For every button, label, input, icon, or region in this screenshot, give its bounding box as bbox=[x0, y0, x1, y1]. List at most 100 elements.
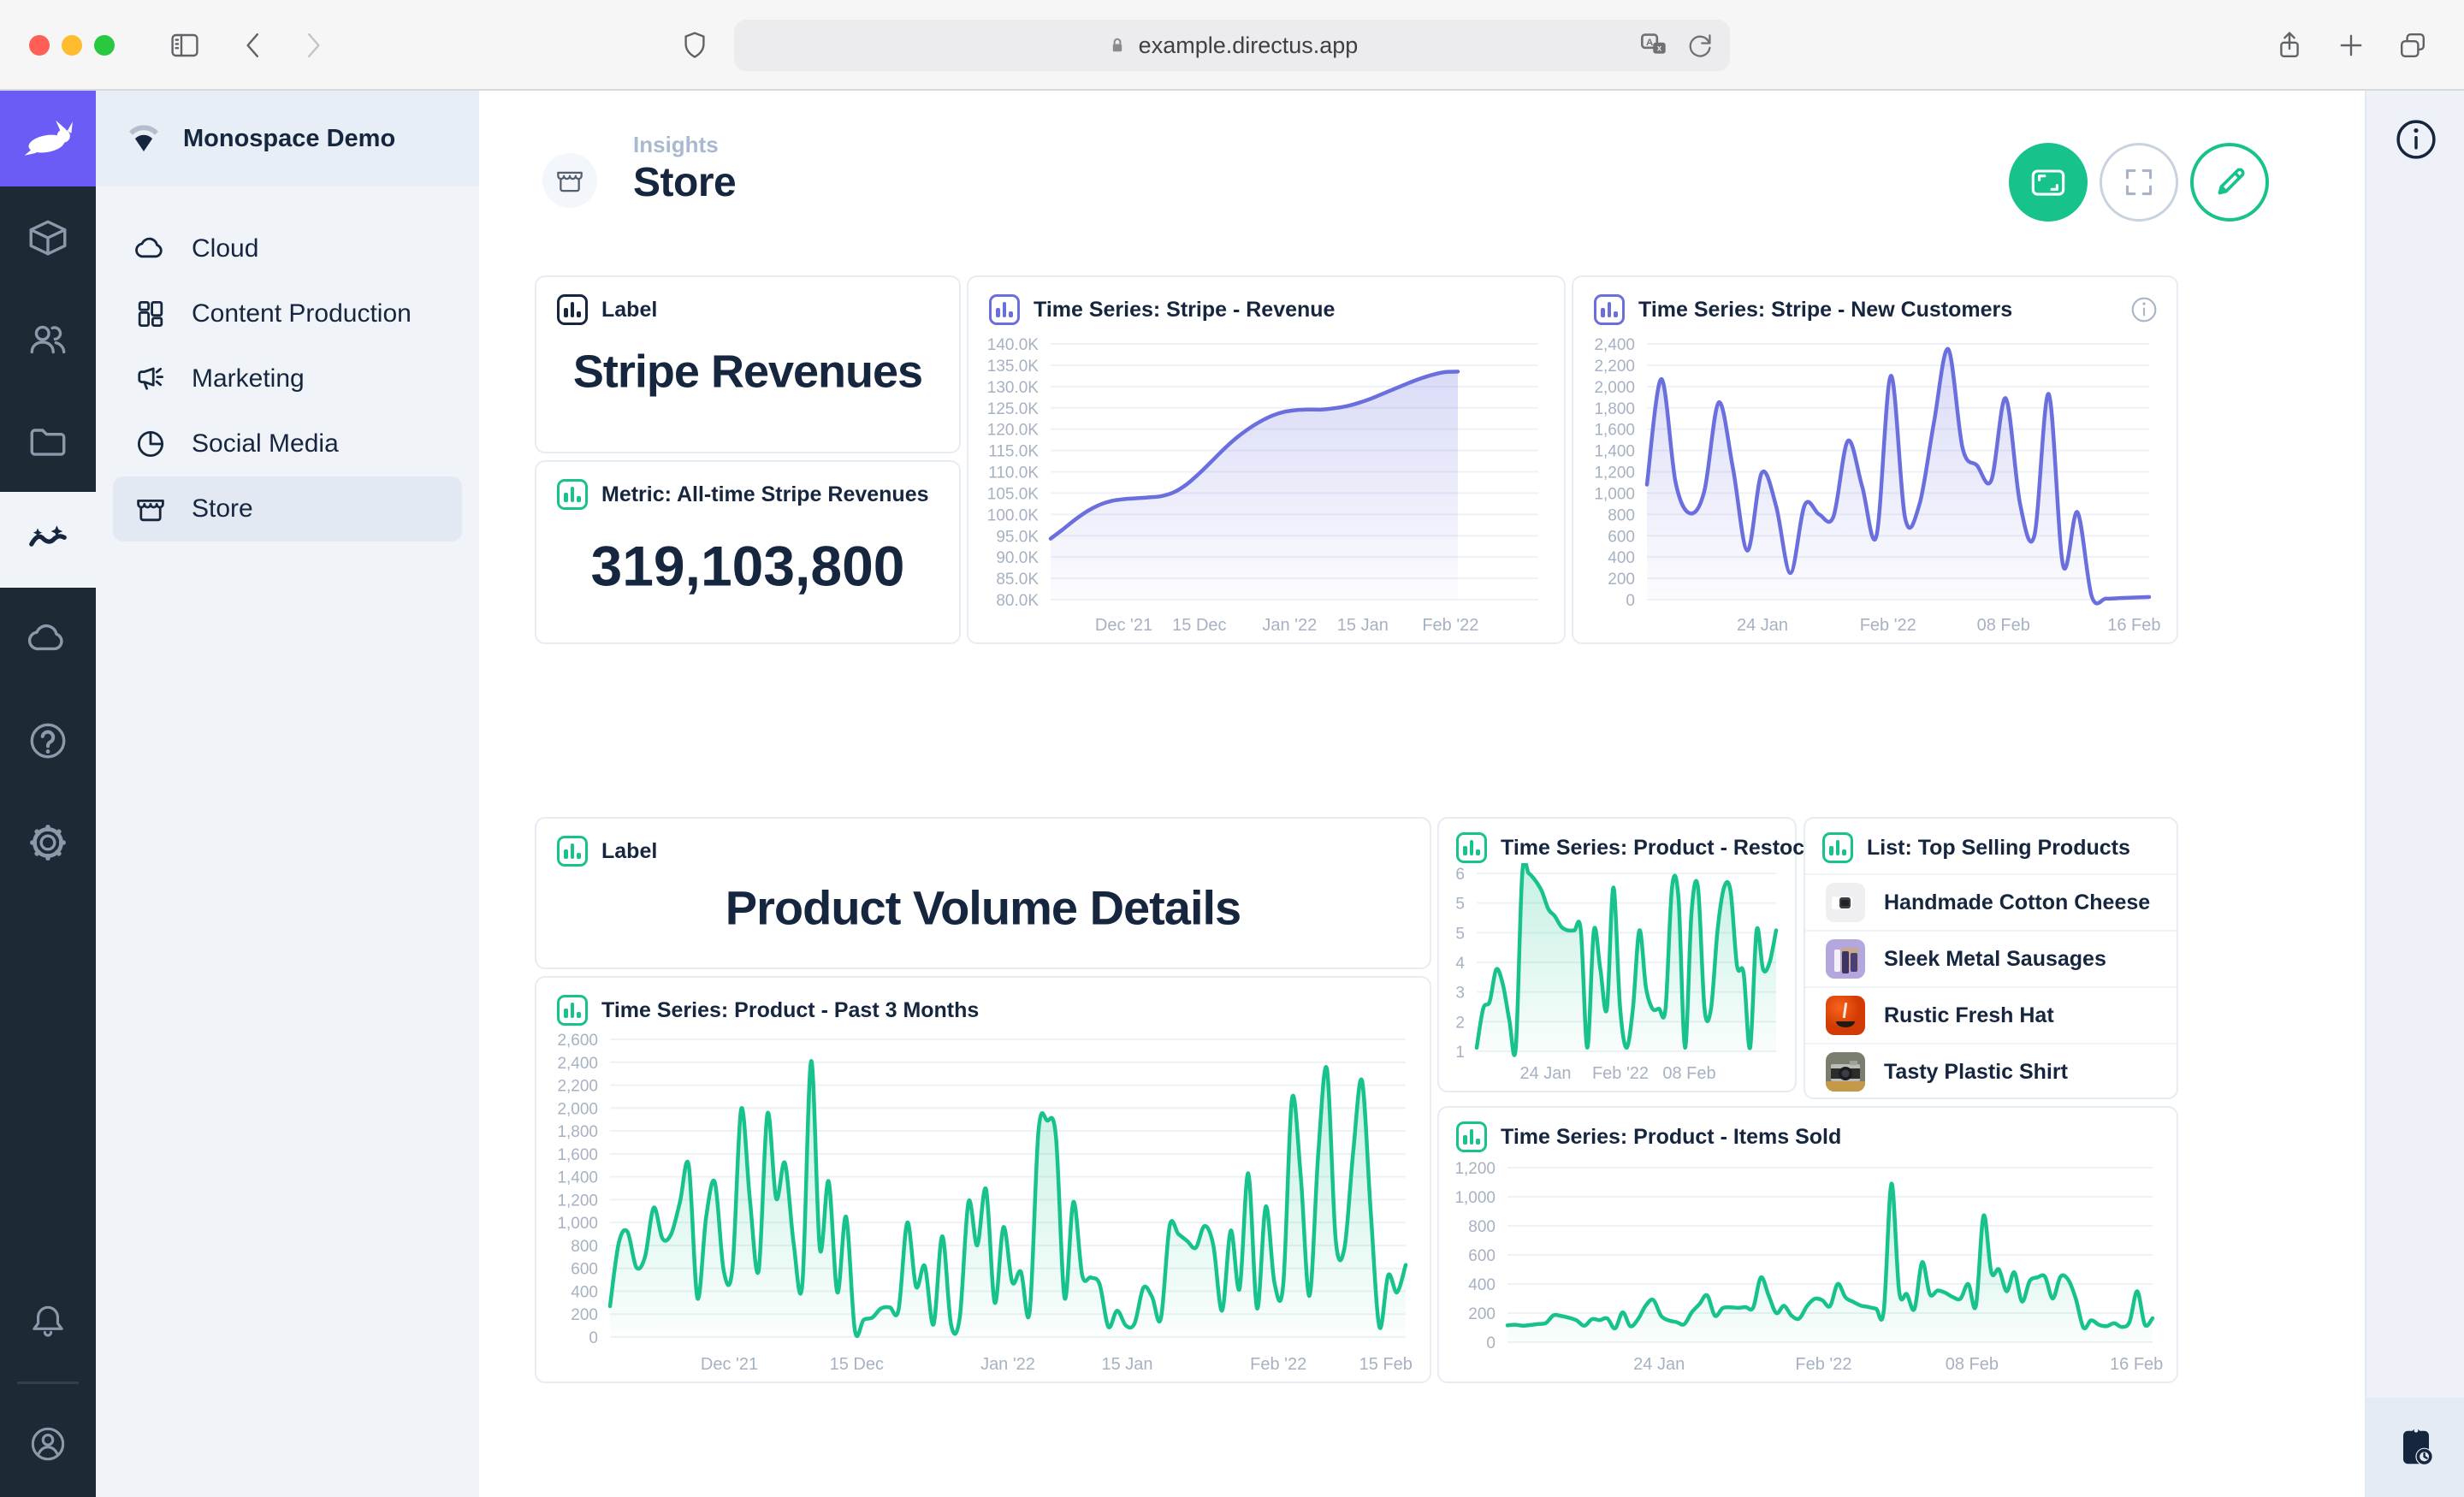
directus-logo[interactable] bbox=[0, 91, 96, 186]
svg-text:1,800: 1,800 bbox=[1594, 400, 1635, 418]
svg-text:1,600: 1,600 bbox=[1594, 422, 1635, 440]
svg-text:0: 0 bbox=[1486, 1334, 1496, 1352]
svg-text:6: 6 bbox=[1455, 866, 1465, 884]
svg-text:1,400: 1,400 bbox=[1594, 443, 1635, 461]
browser-chrome: example.directus.app Ax bbox=[0, 0, 2464, 91]
panel-items-sold: Time Series: Product - Items Sold 1,2001… bbox=[1437, 1106, 2178, 1383]
traffic-light-zoom[interactable] bbox=[94, 35, 115, 56]
project-signal-icon bbox=[125, 120, 163, 157]
info-icon[interactable] bbox=[2129, 294, 2159, 325]
module-cloud[interactable] bbox=[0, 588, 96, 689]
sidebar-toggle-icon[interactable] bbox=[168, 28, 202, 62]
svg-text:3: 3 bbox=[1455, 985, 1465, 1003]
svg-text:400: 400 bbox=[571, 1283, 598, 1301]
tab-overview-icon[interactable] bbox=[2396, 28, 2430, 62]
info-icon[interactable] bbox=[2391, 115, 2441, 164]
reload-icon[interactable] bbox=[1684, 28, 1716, 61]
share-icon[interactable] bbox=[2272, 28, 2307, 62]
clipboard-clock-icon bbox=[2390, 1422, 2442, 1473]
svg-text:1,000: 1,000 bbox=[1594, 485, 1635, 503]
panel-label-stripe: Label Stripe Revenues bbox=[535, 275, 961, 453]
svg-text:4: 4 bbox=[1455, 955, 1465, 973]
product-name: Rustic Fresh Hat bbox=[1884, 1003, 2054, 1028]
panel-label-product: Label Product Volume Details bbox=[535, 817, 1431, 969]
product-name: Sleek Metal Sausages bbox=[1884, 947, 2106, 972]
sidebar-item-content-production[interactable]: Content Production bbox=[113, 281, 462, 346]
panel-icon bbox=[557, 294, 588, 325]
product-thumbnail bbox=[1826, 1052, 1865, 1092]
sidebar-item-store[interactable]: Store bbox=[113, 476, 462, 541]
sidebar-item-social-media[interactable]: Social Media bbox=[113, 411, 462, 476]
svg-text:1,400: 1,400 bbox=[557, 1169, 598, 1187]
back-icon[interactable] bbox=[236, 28, 270, 62]
list-item[interactable]: Sleek Metal Sausages bbox=[1805, 930, 2177, 986]
panel-icon bbox=[989, 294, 1020, 325]
edit-pencil-button[interactable] bbox=[2190, 143, 2269, 222]
svg-text:Feb '22: Feb '22 bbox=[1592, 1064, 1649, 1083]
sidebar-item-marketing[interactable]: Marketing bbox=[113, 346, 462, 411]
module-settings[interactable] bbox=[0, 791, 96, 893]
project-name: Monospace Demo bbox=[183, 125, 395, 153]
svg-text:x: x bbox=[1657, 44, 1662, 54]
module-insights-active[interactable] bbox=[0, 492, 96, 588]
svg-text:125.0K: 125.0K bbox=[987, 400, 1040, 418]
panel-icon bbox=[557, 479, 588, 510]
module-help[interactable] bbox=[0, 689, 96, 791]
svg-text:Feb '22: Feb '22 bbox=[1422, 616, 1478, 635]
panel-icon bbox=[557, 995, 588, 1026]
svg-text:200: 200 bbox=[1468, 1305, 1496, 1323]
svg-text:120.0K: 120.0K bbox=[987, 422, 1040, 440]
list-item[interactable]: Tasty Plastic Shirt bbox=[1805, 1043, 2177, 1099]
module-files[interactable] bbox=[0, 390, 96, 492]
panel-past-3-months: Time Series: Product - Past 3 Months 2,6… bbox=[535, 976, 1431, 1383]
module-users[interactable] bbox=[0, 288, 96, 390]
translate-icon[interactable]: Ax bbox=[1638, 28, 1670, 61]
traffic-light-minimize[interactable] bbox=[62, 35, 82, 56]
fit-screen-button[interactable] bbox=[2009, 143, 2088, 222]
svg-text:1,200: 1,200 bbox=[1594, 464, 1635, 482]
svg-text:600: 600 bbox=[571, 1261, 598, 1279]
panel-title: Time Series: Product - Past 3 Months bbox=[601, 998, 979, 1023]
sidebar-item-cloud[interactable]: Cloud bbox=[113, 216, 462, 281]
project-header[interactable]: Monospace Demo bbox=[96, 91, 479, 186]
svg-text:1: 1 bbox=[1455, 1044, 1465, 1062]
svg-text:90.0K: 90.0K bbox=[996, 549, 1039, 567]
list-item[interactable]: Handmade Cotton Cheese bbox=[1805, 873, 2177, 930]
panel-title: Time Series: Product - Items Sold bbox=[1501, 1125, 1841, 1150]
svg-text:140.0K: 140.0K bbox=[987, 336, 1040, 354]
breadcrumb[interactable]: Insights bbox=[633, 132, 719, 158]
svg-text:24 Jan: 24 Jan bbox=[1633, 1355, 1685, 1374]
past-3-months-chart: 2,6002,4002,2002,0001,8001,6001,4001,200… bbox=[536, 1026, 1430, 1382]
svg-text:0: 0 bbox=[1626, 592, 1635, 610]
svg-text:800: 800 bbox=[571, 1238, 598, 1256]
notifications-bell-icon[interactable] bbox=[0, 1281, 96, 1363]
pie-icon bbox=[133, 427, 168, 461]
label-text: Stripe Revenues bbox=[536, 346, 959, 399]
new-customers-chart: 2,4002,2002,0001,8001,6001,4001,2001,000… bbox=[1573, 325, 2177, 642]
traffic-light-close[interactable] bbox=[29, 35, 50, 56]
svg-text:2,000: 2,000 bbox=[1594, 379, 1635, 397]
panel-top-selling: List: Top Selling Products Handmade Cott… bbox=[1804, 817, 2178, 1099]
svg-text:Feb '22: Feb '22 bbox=[1860, 616, 1916, 635]
svg-text:Jan '22: Jan '22 bbox=[980, 1355, 1035, 1374]
panel-new-customers: Time Series: Stripe - New Customers 2,40… bbox=[1572, 275, 2178, 644]
module-bar bbox=[0, 91, 96, 1497]
new-tab-icon[interactable] bbox=[2334, 28, 2368, 62]
svg-text:24 Jan: 24 Jan bbox=[1519, 1064, 1571, 1083]
svg-text:600: 600 bbox=[1468, 1247, 1496, 1265]
svg-text:15 Dec: 15 Dec bbox=[830, 1355, 884, 1374]
url-bar[interactable]: example.directus.app Ax bbox=[734, 20, 1730, 71]
panel-title: Time Series: Stripe - Revenue bbox=[1034, 298, 1335, 322]
svg-text:A: A bbox=[1646, 38, 1653, 48]
module-collections[interactable] bbox=[0, 186, 96, 288]
svg-text:400: 400 bbox=[1468, 1276, 1496, 1294]
activity-log-button[interactable] bbox=[2366, 1398, 2464, 1497]
list-item[interactable]: Rustic Fresh Hat bbox=[1805, 986, 2177, 1043]
forward-icon[interactable] bbox=[296, 28, 330, 62]
shield-icon[interactable] bbox=[678, 28, 712, 62]
fullscreen-button[interactable] bbox=[2100, 143, 2178, 222]
svg-text:24 Jan: 24 Jan bbox=[1737, 616, 1788, 635]
svg-text:5: 5 bbox=[1455, 896, 1465, 914]
account-icon[interactable] bbox=[0, 1403, 96, 1485]
storefront-icon bbox=[554, 164, 586, 197]
